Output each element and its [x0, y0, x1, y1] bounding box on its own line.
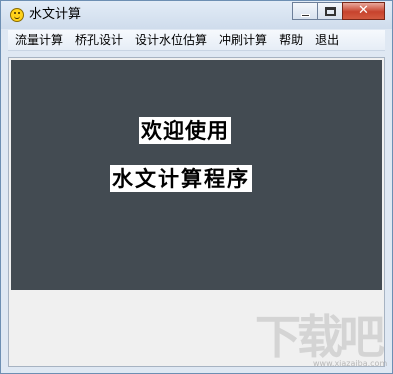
smiley-face-icon[interactable] [10, 8, 24, 22]
menu-flow-calculation[interactable]: 流量计算 [8, 30, 68, 50]
window-controls: ✕ [292, 2, 385, 20]
menu-scour-calculation[interactable]: 冲刷计算 [212, 30, 272, 50]
menu-design-water-level[interactable]: 设计水位估算 [128, 30, 212, 50]
welcome-panel: 欢迎使用 水文计算程序 [11, 60, 382, 290]
window-title: 水文计算 [29, 7, 82, 22]
menu-bridge-opening-design[interactable]: 桥孔设计 [68, 30, 128, 50]
minimize-icon [301, 14, 310, 17]
maximize-icon [325, 7, 336, 16]
close-button[interactable]: ✕ [342, 2, 385, 20]
menu-exit[interactable]: 退出 [308, 30, 344, 50]
watermark-url: www.xiazaiba.com [313, 359, 388, 368]
maximize-button[interactable] [317, 2, 343, 20]
menu-bar: 流量计算 桥孔设计 设计水位估算 冲刷计算 帮助 退出 [8, 30, 385, 51]
watermark-text: 下载吧 [255, 310, 385, 364]
title-bar[interactable]: 水文计算 ✕ [1, 1, 392, 29]
program-name-label: 水文计算程序 [110, 165, 252, 192]
close-icon: ✕ [358, 3, 369, 18]
minimize-button[interactable] [292, 2, 318, 20]
menu-help[interactable]: 帮助 [272, 30, 308, 50]
welcome-label: 欢迎使用 [139, 117, 231, 144]
app-window: 水文计算 ✕ 流量计算 桥孔设计 设计水位估算 冲刷计算 帮助 退出 欢迎使用 … [0, 0, 393, 374]
watermark-logo: 下载吧 www.xiazaiba.com [253, 301, 387, 371]
